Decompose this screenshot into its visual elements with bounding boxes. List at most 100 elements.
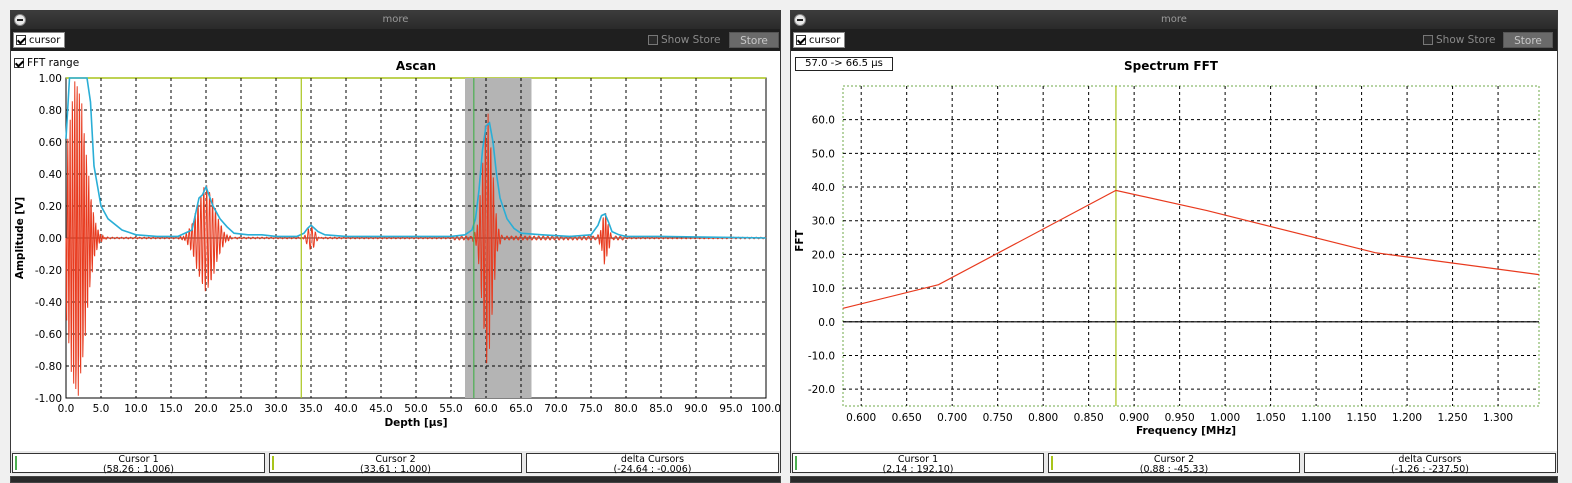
checkbox-checked-icon[interactable] [14, 58, 24, 68]
cursor1-marker [15, 456, 17, 470]
ascan-panel: more cursor Show Store Store Ascan 0.0 5.0… [10, 10, 781, 475]
cursor1-value: (2.14 : 192.10) [882, 464, 954, 475]
chart-title: Ascan [396, 59, 436, 73]
y-tick-label: 0.00 [39, 233, 62, 245]
x-tick-label: 0.950 [1165, 412, 1195, 424]
x-tick-label: 0.750 [983, 412, 1013, 424]
x-tick-label: 25.0 [229, 403, 252, 415]
x-tick-label: 95.0 [719, 403, 742, 415]
y-tick-label: 40.0 [812, 182, 835, 194]
cursor-checkbox-label: cursor [29, 34, 61, 46]
delta-cursors-readout: delta Cursors (-1.26 : -237.50) [1304, 453, 1556, 475]
x-tick-label: 1.250 [1438, 412, 1468, 424]
fft-plot-area: Spectrum FFT 0.600 0.650 0.700 0.750 0.800 0.8… [791, 51, 1557, 451]
chart-title: Spectrum FFT [1124, 59, 1219, 73]
cursor2-readout: Cursor 2 (33.61 : 1.000) [269, 453, 522, 475]
checkbox-checked-icon[interactable] [796, 35, 806, 45]
show-store-label: Show Store [661, 34, 721, 46]
x-axis-label: Depth [µs] [384, 417, 447, 429]
y-tick-label: -0.60 [35, 329, 62, 341]
checkbox-unchecked-icon[interactable] [1423, 35, 1433, 45]
fft-panel-header: more [791, 11, 1557, 29]
cursor2-marker [272, 456, 274, 470]
x-tick-label: 1.300 [1483, 412, 1513, 424]
range-readout: 57.0 -> 66.5 µs [795, 57, 893, 71]
x-tick-label: 1.200 [1392, 412, 1422, 424]
x-tick-label: 30.0 [264, 403, 287, 415]
minus-circle-icon[interactable] [794, 14, 806, 26]
cursor1-readout: Cursor 1 (58.26 : 1.006) [12, 453, 265, 475]
x-tick-label: 100.0 [751, 403, 780, 415]
fft-chart[interactable]: Spectrum FFT 0.600 0.650 0.700 0.750 0.800 0.8… [791, 51, 1557, 451]
ascan-plot-area: Ascan 0.0 5.0 10.0 15.0 20.0 25.0 30.0 35.0 40.0 4… [11, 51, 780, 451]
checkbox-unchecked-icon[interactable] [648, 35, 658, 45]
delta-cursors-value: (-24.64 : -0.006) [613, 464, 692, 475]
x-tick-label: 90.0 [684, 403, 707, 415]
x-tick-label: 40.0 [334, 403, 357, 415]
fft-cursor-status: Cursor 1 (2.14 : 192.10) Cursor 2 (0.88 … [791, 451, 1557, 475]
y-tick-label: 30.0 [812, 216, 835, 228]
next-panel-header-left [10, 476, 781, 483]
delta-cursors-value: (-1.26 : -237.50) [1391, 464, 1469, 475]
x-tick-label: 0.650 [892, 412, 922, 424]
x-tick-label: 1.100 [1301, 412, 1331, 424]
panel-title: more [1161, 14, 1187, 25]
cursor-checkbox[interactable]: cursor [793, 32, 846, 48]
cursor2-value: (0.88 : -45.33) [1139, 464, 1209, 475]
cursor-checkbox[interactable]: cursor [13, 32, 66, 48]
y-tick-label: 60.0 [812, 115, 835, 127]
panel-title: more [382, 14, 409, 25]
x-tick-label: 0.600 [846, 412, 876, 424]
y-tick-label: -0.40 [35, 297, 62, 309]
cursor1-value: (58.26 : 1.006) [102, 464, 175, 475]
plot-frame [842, 85, 1540, 407]
x-tick-label: 65.0 [509, 403, 532, 415]
y-tick-label: 0.80 [39, 105, 62, 117]
x-tick-label: 70.0 [544, 403, 567, 415]
x-tick-label: 10.0 [124, 403, 147, 415]
y-tick-label: -1.00 [35, 393, 62, 405]
fft-range-label: FFT range [27, 57, 80, 69]
show-store-checkbox[interactable]: Show Store [1423, 34, 1495, 46]
y-tick-label: 0.40 [39, 169, 62, 181]
y-tick-label: -0.80 [35, 361, 62, 373]
spectrum-line [842, 189, 1540, 309]
x-axis-label: Frequency [MHz] [1136, 425, 1236, 437]
x-tick-label: 50.0 [404, 403, 427, 415]
x-tick-label: 1.050 [1256, 412, 1286, 424]
x-tick-label: 5.0 [93, 403, 110, 415]
store-button[interactable]: Store [1503, 32, 1553, 48]
y-tick-label: -0.20 [35, 265, 62, 277]
x-tick-label: 15.0 [159, 403, 182, 415]
ascan-cursor-status: Cursor 1 (58.26 : 1.006) Cursor 2 (33.61… [11, 451, 780, 475]
show-store-label: Show Store [1436, 34, 1496, 46]
y-tick-label: 10.0 [812, 283, 835, 295]
x-tick-label: 1.000 [1210, 412, 1240, 424]
fft-range-checkbox[interactable]: FFT range [14, 57, 79, 69]
y-tick-label: 20.0 [812, 249, 835, 261]
ascan-toolbar: cursor Show Store Store [11, 29, 780, 51]
y-tick-label: 0.60 [39, 137, 62, 149]
minus-circle-icon[interactable] [14, 14, 26, 26]
cursor2-readout: Cursor 2 (0.88 : -45.33) [1048, 453, 1300, 475]
cursor2-value: (33.61 : 1.000) [359, 464, 432, 475]
y-tick-label: -20.0 [808, 384, 835, 396]
show-store-checkbox[interactable]: Show Store [648, 34, 720, 46]
store-button[interactable]: Store [729, 32, 779, 48]
checkbox-checked-icon[interactable] [16, 35, 26, 45]
delta-cursors-readout: delta Cursors (-24.64 : -0.006) [526, 453, 779, 475]
x-tick-label: 0.700 [937, 412, 967, 424]
y-tick-label: 0.20 [39, 201, 62, 213]
y-tick-label: -10.0 [808, 350, 835, 362]
ascan-chart[interactable]: Ascan0.0 5.0 10.0 15.0 20.0 25.0 30.0 35.0 40.0 4… [11, 51, 780, 451]
x-tick-label: 0.800 [1028, 412, 1058, 424]
cursor1-marker [795, 456, 797, 470]
fft-panel: more cursor Show Store Store Spectrum FF… [790, 10, 1558, 475]
x-tick-label: 0.900 [1119, 412, 1149, 424]
fft-toolbar: cursor Show Store Store [791, 29, 1557, 51]
x-tick-label: 80.0 [614, 403, 637, 415]
cursor1-readout: Cursor 1 (2.14 : 192.10) [792, 453, 1044, 475]
y-tick-label: 1.00 [39, 73, 62, 85]
x-tick-label: 45.0 [369, 403, 392, 415]
x-tick-label: 75.0 [579, 403, 602, 415]
